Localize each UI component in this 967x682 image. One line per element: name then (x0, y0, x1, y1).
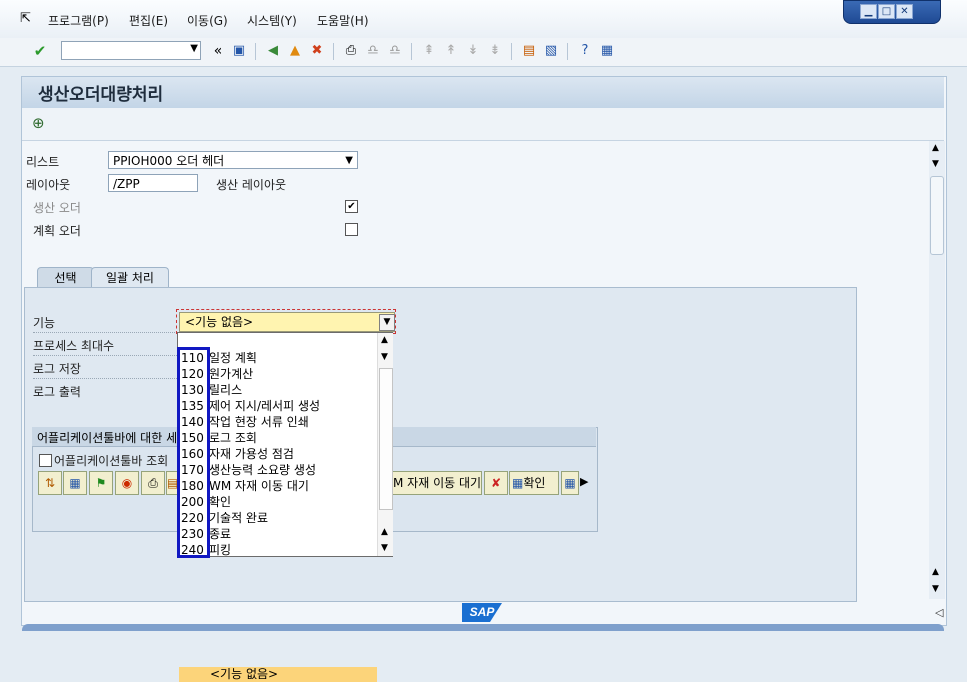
confirm-button[interactable]: ▦확인 (509, 471, 559, 495)
status-expand-icon[interactable]: ◁ (935, 606, 943, 619)
function-combo[interactable]: <기능 없음> (179, 312, 395, 332)
log-output-label: 로그 출력 (33, 385, 81, 399)
menu-program[interactable]: 프로그램(P) (48, 12, 109, 29)
list-select[interactable]: PPIOH000 오더 헤더 ▼ (108, 151, 358, 169)
layout-menu-icon[interactable]: ▦ (599, 43, 615, 59)
scroll-down-icon[interactable]: ▼ (381, 543, 388, 553)
flag-icon[interactable]: ⚑ (89, 471, 113, 495)
previous-page-icon[interactable]: ↟ (443, 43, 459, 59)
close-button[interactable]: ✕ (896, 4, 913, 19)
minimize-button[interactable]: ▁ (860, 4, 877, 19)
history-nav-icon[interactable]: « (210, 43, 226, 59)
status-bar (22, 624, 944, 631)
enter-check-icon[interactable]: ✔ (32, 43, 48, 59)
lifebuoy-icon[interactable]: ◉ (115, 471, 139, 495)
find-next-icon[interactable]: ♎ (387, 43, 403, 59)
app-toolbar-view-checkbox[interactable] (39, 454, 52, 467)
dropdown-scroll-thumb[interactable] (379, 368, 393, 510)
planned-order-checkbox[interactable] (345, 223, 358, 236)
dropdown-option-none[interactable]: <기능 없음> (179, 667, 377, 682)
next-page-icon[interactable]: ↡ (465, 43, 481, 59)
menu-goto[interactable]: 이동(G) (187, 12, 228, 29)
list-dropdown-icon[interactable]: ▼ (345, 152, 353, 170)
find-icon[interactable]: ♎ (365, 43, 381, 59)
layout-label: 레이아웃 (26, 178, 71, 192)
main-scroll-thumb[interactable] (930, 176, 944, 255)
help-icon[interactable]: ? (577, 43, 593, 59)
execute-icon[interactable]: ⊕ (32, 114, 45, 132)
back-icon[interactable]: ◀ (265, 43, 281, 59)
shortcut-icon[interactable]: ▧ (543, 43, 559, 59)
list-label: 리스트 (26, 155, 60, 169)
scroll-down-icon[interactable]: ▼ (932, 159, 939, 169)
menu-help[interactable]: 도움말(H) (317, 12, 369, 29)
last-page-icon[interactable]: ⇟ (487, 43, 503, 59)
scroll-down-icon[interactable]: ▼ (381, 352, 388, 362)
app-toolbar-group-title: 어플리케이션툴바에 대한 세 (37, 431, 178, 445)
more-icon[interactable]: ▦ (561, 471, 579, 495)
scroll-up-icon[interactable]: ▲ (932, 143, 939, 153)
highlight-keys-box (177, 347, 210, 558)
print-icon[interactable]: ⎙ (343, 43, 359, 59)
layout-description: 생산 레이아웃 (216, 178, 287, 192)
scroll-up-icon[interactable]: ▲ (932, 567, 939, 577)
menu-exit-icon[interactable]: ⇱ (20, 11, 31, 26)
new-session-icon[interactable]: ▤ (521, 43, 537, 59)
command-dropdown-icon[interactable]: ▼ (190, 43, 198, 54)
save-log-label: 로그 저장 (33, 362, 81, 376)
app-toolbar-view-label: 어플리케이션툴바 조회 (54, 454, 169, 468)
scroll-up-icon[interactable]: ▲ (381, 527, 388, 537)
page-title: 생산오더대량처리 (38, 85, 164, 105)
function-label: 기능 (33, 316, 56, 330)
first-page-icon[interactable]: ⇞ (421, 43, 437, 59)
title-bar: 생산오더대량처리 (22, 77, 944, 108)
menu-edit[interactable]: 편집(E) (129, 12, 168, 29)
toolbar-sort-icon[interactable]: ⇅ (38, 471, 62, 495)
production-order-checkbox[interactable]: ✔ (345, 200, 358, 213)
save-icon[interactable]: ▣ (231, 43, 247, 59)
maximize-button[interactable]: □ (878, 4, 895, 19)
max-processes-label: 프로세스 최대수 (33, 339, 115, 353)
scroll-up-icon[interactable]: ▲ (381, 335, 388, 345)
menu-bar: ⇱ 프로그램(P) 편집(E) 이동(G) 시스템(Y) 도움말(H) (0, 0, 967, 38)
command-field[interactable]: ▼ (61, 41, 201, 60)
main-vertical-scrollbar[interactable]: ▲ ▼ ▲ ▼ (929, 141, 945, 599)
layout-input[interactable]: /ZPP (108, 174, 198, 192)
print-preview-icon[interactable]: ⎙ (141, 471, 165, 495)
dropdown-scrollbar[interactable]: ▲ ▼ ▲ ▼ (377, 333, 393, 556)
window-controls: ▁ □ ✕ (843, 0, 941, 24)
confirm-icon: ▦ (512, 476, 524, 490)
wm-staging-button[interactable]: M 자재 이동 대기 (384, 471, 482, 495)
cancel-icon[interactable]: ✖ (309, 43, 325, 59)
production-order-label: 생산 오더 (33, 201, 81, 215)
function-dropdown-icon[interactable]: ▼ (379, 314, 395, 331)
standard-toolbar: ✔ ▼ « ▣ ◀ ▲ ✖ ⎙ ♎ ♎ ⇞ ↟ ↡ ⇟ ▤ ▧ ? ▦ (0, 38, 967, 67)
tab-batch-processing[interactable]: 일괄 처리 (91, 267, 169, 288)
exit-icon[interactable]: ▲ (287, 43, 303, 59)
menu-system[interactable]: 시스템(Y) (247, 12, 297, 29)
scroll-down-icon[interactable]: ▼ (932, 584, 939, 594)
application-toolbar: ⊕ (22, 108, 944, 141)
tab-selection[interactable]: 선택 (37, 267, 94, 288)
calculator-icon[interactable]: ▦ (63, 471, 87, 495)
planned-order-label: 계획 오더 (33, 224, 81, 238)
scroll-right-icon[interactable]: ▶ (580, 475, 588, 488)
cancel-confirm-icon[interactable]: ✘ (484, 471, 508, 495)
